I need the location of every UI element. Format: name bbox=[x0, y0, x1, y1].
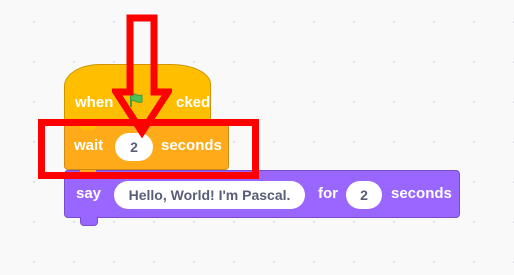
block-bottom-notch bbox=[80, 217, 98, 226]
hat-block-label-clicked: cked bbox=[176, 94, 211, 111]
say-label: say bbox=[76, 185, 102, 202]
code-workspace[interactable]: when cked wait 2 seconds say Hello, Worl… bbox=[0, 0, 514, 275]
say-unit-label: seconds bbox=[391, 185, 452, 202]
say-duration-input[interactable]: 2 bbox=[346, 181, 382, 209]
say-for-label: for bbox=[318, 185, 338, 202]
red-down-arrow-icon bbox=[112, 14, 172, 138]
say-message-input[interactable]: Hello, World! I'm Pascal. bbox=[114, 181, 305, 209]
hat-block-label-when: when bbox=[75, 94, 114, 111]
